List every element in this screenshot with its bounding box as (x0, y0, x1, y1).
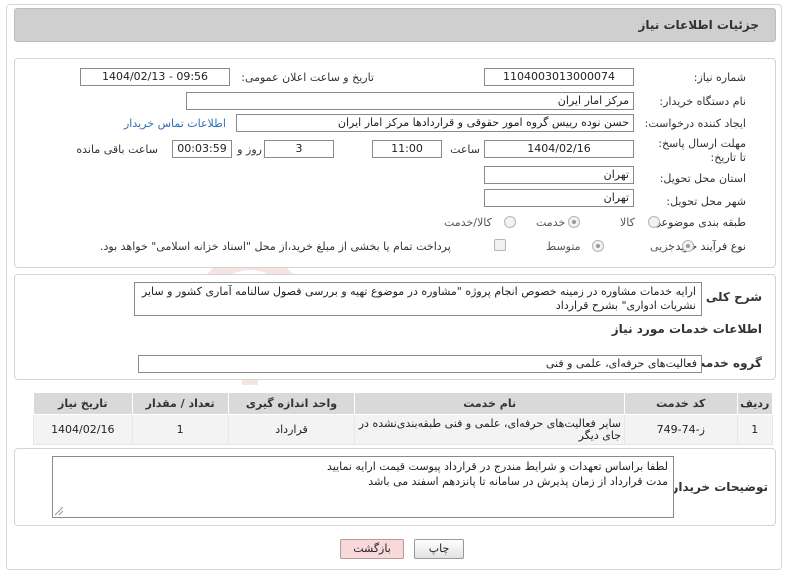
days-field: 3 (264, 140, 334, 158)
contact-info-link[interactable]: اطلاعات تماس خریدار (124, 117, 226, 130)
cell-service-code: ز-74-749 (624, 414, 738, 445)
need-number-label: شماره نیاز: (693, 71, 746, 84)
buyer-notes-label: توضیحات خریدار: (666, 480, 768, 494)
category-radio-service[interactable] (568, 216, 580, 228)
deadline-label: مهلت ارسال پاسخ: تا تاریخ: (658, 137, 746, 164)
col-quantity: تعداد / مقدار (131, 392, 229, 415)
cell-quantity: 1 (131, 414, 229, 445)
col-service-code: کد خدمت (624, 392, 738, 415)
time-label: ساعت (450, 143, 480, 156)
process-label: نوع فرآیند خرید : (668, 240, 746, 253)
page-title-bar: جزئیات اطلاعات نیاز (14, 8, 776, 42)
cell-need-date: 1404/02/16 (33, 414, 133, 445)
process-radio-minor[interactable] (682, 240, 694, 252)
service-group-field: فعالیت‌های حرفه‌ای، علمی و فنی (138, 355, 702, 373)
services-section-title: اطلاعات خدمات مورد نیاز (611, 322, 762, 336)
cell-service-name: سایر فعالیت‌های حرفه‌ای، علمی و فنی طبقه… (354, 414, 626, 445)
col-need-date: تاریخ نیاز (33, 392, 133, 415)
services-table: ردیف کد خدمت نام خدمت واحد اندازه گیری ت… (33, 392, 774, 445)
need-number-field: 1104003013000074 (484, 68, 634, 86)
category-radio-goods[interactable] (648, 216, 660, 228)
deadline-date-field: 1404/02/16 (484, 140, 634, 158)
buyer-notes-text: لطفا براساس تعهدات و شرایط مندرج در قرار… (52, 456, 674, 518)
cell-unit: قرارداد (227, 414, 356, 445)
process-radio-medium[interactable] (592, 240, 604, 252)
buyer-org-label: نام دستگاه خریدار: (659, 95, 746, 108)
creator-label: ایجاد کننده درخواست: (644, 117, 746, 130)
category-option-goods: کالا (620, 216, 635, 229)
page-title: جزئیات اطلاعات نیاز (638, 18, 759, 32)
category-radio-goods-service[interactable] (504, 216, 516, 228)
city-label: شهر محل تحویل: (666, 195, 746, 208)
city-field: تهران (484, 189, 634, 207)
resize-grip-icon[interactable] (55, 507, 63, 515)
days-label: روز و (237, 143, 262, 156)
table-row: 1 ز-74-749 سایر فعالیت‌های حرفه‌ای، علمی… (33, 414, 774, 445)
col-service-name: نام خدمت (354, 392, 626, 415)
col-row-number: ردیف (736, 392, 774, 415)
print-button[interactable]: چاپ (414, 539, 464, 559)
back-button[interactable]: بازگشت (340, 539, 404, 559)
buyer-notes-line-1: لطفا براساس تعهدات و شرایط مندرج در قرار… (326, 460, 668, 473)
col-unit: واحد اندازه گیری (227, 392, 356, 415)
buyer-notes-line-2: مدت قرارداد از زمان پذیرش در سامانه تا پ… (368, 475, 668, 488)
services-table-header: ردیف کد خدمت نام خدمت واحد اندازه گیری ت… (33, 392, 774, 415)
deadline-time-field: 11:00 (372, 140, 442, 158)
buyer-org-field: مرکز امار ایران (186, 92, 634, 110)
treasury-payment-note: پرداخت تمام یا بخشی از مبلغ خرید،از محل … (100, 240, 451, 253)
category-option-goods-service: کالا/خدمت (444, 216, 492, 229)
cell-row-number: 1 (736, 414, 774, 445)
creator-field: حسن نوده رییس گروه امور حقوقی و قرارداده… (236, 114, 634, 132)
province-field: تهران (484, 166, 634, 184)
category-option-service: خدمت (536, 216, 566, 229)
announce-field: 1404/02/13 - 09:56 (80, 68, 230, 86)
remaining-time-field: 00:03:59 (172, 140, 232, 158)
remaining-label: ساعت باقی مانده (76, 143, 158, 156)
treasury-payment-checkbox[interactable] (494, 239, 506, 251)
announce-label: تاریخ و ساعت اعلان عمومی: (241, 71, 374, 84)
description-text: ارایه خدمات مشاوره در زمینه خصوص انجام پ… (134, 282, 702, 316)
process-option-medium: متوسط (546, 240, 581, 253)
process-option-minor: جزیی (650, 240, 676, 253)
province-label: استان محل تحویل: (659, 172, 746, 185)
category-label: طبقه بندی موضوعی: (648, 216, 746, 229)
